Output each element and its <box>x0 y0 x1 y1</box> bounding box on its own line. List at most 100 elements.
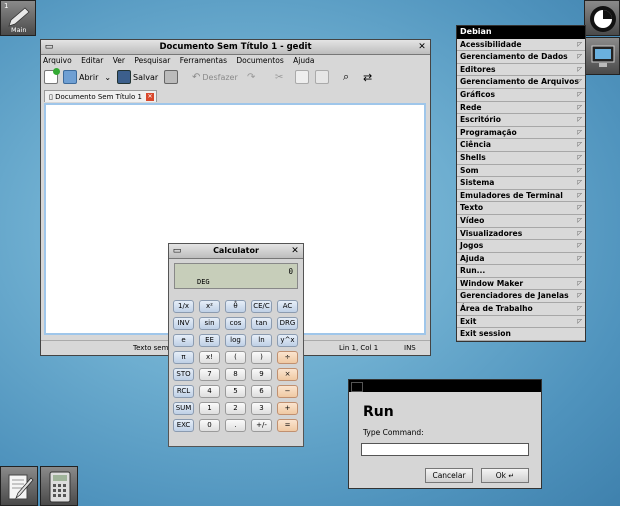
calc-key[interactable]: 4 <box>199 385 220 398</box>
menu-item[interactable]: Ciência ◸ <box>457 139 585 152</box>
calc-key[interactable]: 6 <box>251 385 272 398</box>
menu-item[interactable]: Gerenciadores de Janelas ◸ <box>457 290 585 304</box>
calc-key[interactable]: ( <box>225 351 246 364</box>
replace-button[interactable]: ⇄ <box>363 68 372 86</box>
calc-key[interactable]: tan <box>251 317 272 330</box>
chevron-down-icon[interactable]: ⌄ <box>104 73 111 82</box>
calculator-tile[interactable] <box>40 466 78 506</box>
calc-key[interactable]: sin <box>199 317 220 330</box>
redo-button[interactable]: ↷ <box>247 68 255 86</box>
menu-item[interactable]: Run... <box>457 265 585 278</box>
workspace-main-tile[interactable]: 1 Main <box>0 0 36 36</box>
calc-key[interactable]: x² <box>199 300 220 313</box>
menu-item[interactable]: Área de Trabalho ◸ <box>457 303 585 316</box>
menu-item[interactable]: Gráficos ◸ <box>457 89 585 102</box>
new-document-button[interactable] <box>44 68 60 86</box>
menu-item[interactable]: Texto ◸ <box>457 202 585 215</box>
open-button[interactable]: Abrir ⌄ <box>63 68 111 86</box>
menu-item[interactable]: Window Maker ◸ <box>457 278 585 291</box>
menu-item[interactable]: Shells ◸ <box>457 152 585 165</box>
menu-item[interactable]: Gerenciamento de Arquivos ◸ <box>457 76 585 89</box>
calc-key[interactable]: 3 <box>251 402 272 415</box>
calc-key[interactable]: AC <box>277 300 298 313</box>
menu-item[interactable]: Vídeo ◸ <box>457 215 585 228</box>
tab-document[interactable]: ▯ Documento Sem Título 1 ✕ <box>44 90 157 102</box>
save-button[interactable]: Salvar <box>117 68 158 86</box>
calc-key[interactable]: 8 <box>225 368 246 381</box>
run-minimize-icon[interactable] <box>351 382 363 392</box>
calc-key[interactable]: cos <box>225 317 246 330</box>
find-button[interactable]: ⌕ <box>343 68 349 86</box>
menu-item[interactable]: Visualizadores ◸ <box>457 228 585 241</box>
menu-item[interactable]: Programação ◸ <box>457 127 585 140</box>
menu-ver[interactable]: Ver <box>113 56 125 65</box>
menu-item[interactable]: Sistema ◸ <box>457 177 585 190</box>
copy-button[interactable] <box>295 68 309 86</box>
calculator-titlebar[interactable]: ▭ Calculator ✕ <box>169 244 303 259</box>
calc-key[interactable]: π <box>173 351 194 364</box>
calc-key[interactable]: ) <box>251 351 272 364</box>
paste-button[interactable] <box>315 68 329 86</box>
run-cancel-button[interactable]: Cancelar <box>425 468 473 483</box>
calc-key[interactable]: . <box>225 419 246 432</box>
calc-key[interactable]: ÷ <box>277 351 298 364</box>
menu-pesquisar[interactable]: Pesquisar <box>134 56 170 65</box>
calc-key[interactable]: 1 <box>199 402 220 415</box>
menu-item[interactable]: Editores ◸ <box>457 64 585 77</box>
calc-key[interactable]: = <box>277 419 298 432</box>
calc-key[interactable]: 9 <box>251 368 272 381</box>
gedit-titlebar[interactable]: ▭ Documento Sem Título 1 - gedit ✕ <box>41 40 430 55</box>
close-icon[interactable]: ✕ <box>416 41 428 53</box>
calc-key[interactable]: θ̂ <box>225 300 246 313</box>
calc-key[interactable]: 7 <box>199 368 220 381</box>
calc-key[interactable]: DRG <box>277 317 298 330</box>
menu-arquivo[interactable]: Arquivo <box>43 56 72 65</box>
calc-key[interactable]: INV <box>173 317 194 330</box>
calc-key[interactable]: EE <box>199 334 220 347</box>
calc-key[interactable]: RCL <box>173 385 194 398</box>
menu-item[interactable]: Rede ◸ <box>457 102 585 115</box>
calc-key[interactable]: 2 <box>225 402 246 415</box>
tab-close-icon[interactable]: ✕ <box>146 93 154 101</box>
calc-key[interactable]: EXC <box>173 419 194 432</box>
menu-item[interactable]: Som ◸ <box>457 165 585 178</box>
calc-key[interactable]: 0 <box>199 419 220 432</box>
calc-key[interactable]: +/- <box>251 419 272 432</box>
menu-editar[interactable]: Editar <box>81 56 103 65</box>
menu-item[interactable]: Acessibilidade ◸ <box>457 39 585 52</box>
calc-key[interactable]: log <box>225 334 246 347</box>
calc-close-icon[interactable]: ✕ <box>289 245 301 257</box>
calc-key[interactable]: e <box>173 334 194 347</box>
print-button[interactable] <box>164 68 178 86</box>
menu-item[interactable]: Emuladores de Terminal ◸ <box>457 190 585 203</box>
calc-key[interactable]: ln <box>251 334 272 347</box>
calc-key[interactable]: − <box>277 385 298 398</box>
calc-key[interactable]: STO <box>173 368 194 381</box>
menu-item[interactable]: Jogos ◸ <box>457 240 585 253</box>
calc-key[interactable]: 1/x <box>173 300 194 313</box>
minimize-icon[interactable]: ▭ <box>43 41 55 53</box>
calc-key[interactable]: + <box>277 402 298 415</box>
calc-key[interactable]: × <box>277 368 298 381</box>
text-editor-tile[interactable] <box>0 466 38 506</box>
calc-key[interactable]: 5 <box>225 385 246 398</box>
menu-item[interactable]: Ajuda ◸ <box>457 253 585 266</box>
menu-item[interactable]: Exit session <box>457 328 585 341</box>
clip-tile[interactable] <box>584 0 620 36</box>
monitor-tile[interactable] <box>584 37 620 75</box>
cut-button[interactable]: ✂ <box>275 68 283 86</box>
menu-documentos[interactable]: Documentos <box>236 56 283 65</box>
run-titlebar[interactable] <box>349 380 541 392</box>
undo-button[interactable]: ↶ Desfazer <box>192 68 238 86</box>
calc-key[interactable]: y^x <box>277 334 298 347</box>
menu-ferramentas[interactable]: Ferramentas <box>180 56 227 65</box>
calc-minimize-icon[interactable]: ▭ <box>171 245 183 257</box>
menu-item[interactable]: Exit ◸ <box>457 316 585 329</box>
menu-ajuda[interactable]: Ajuda <box>293 56 314 65</box>
calc-key[interactable]: CE/C <box>251 300 272 313</box>
menu-item[interactable]: Gerenciamento de Dados ◸ <box>457 51 585 64</box>
run-command-input[interactable] <box>361 443 529 456</box>
calc-key[interactable]: SUM <box>173 402 194 415</box>
calc-key[interactable]: x! <box>199 351 220 364</box>
menu-item[interactable]: Escritório ◸ <box>457 114 585 127</box>
